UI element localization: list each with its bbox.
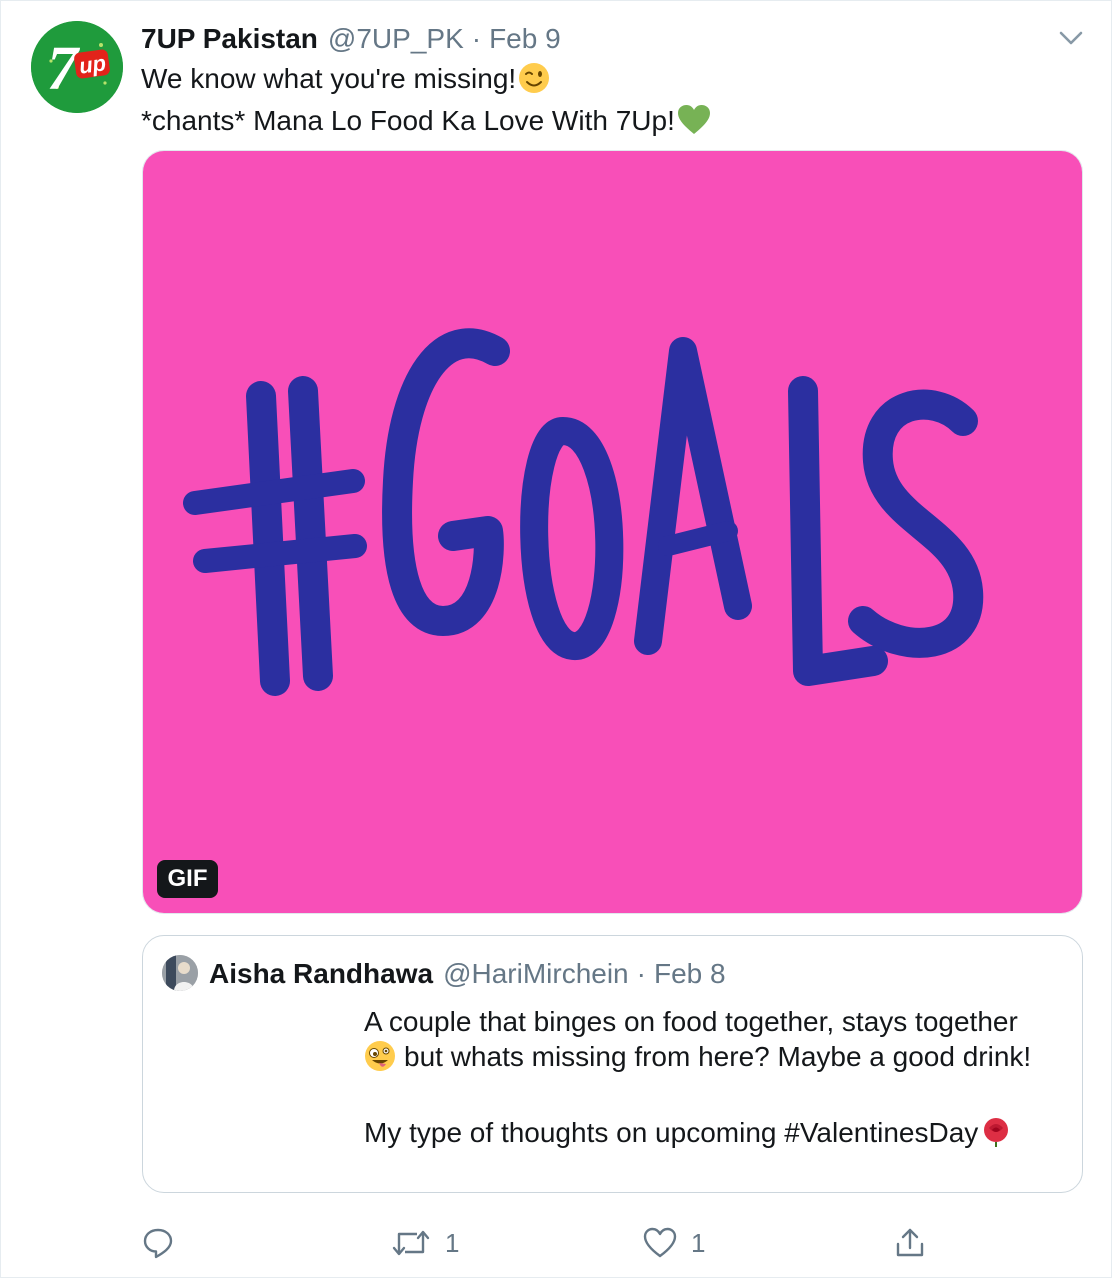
goals-gif-image (143, 151, 1082, 913)
tweet-actions: 1 1 (141, 1223, 941, 1263)
author-handle[interactable]: @7UP_PK (328, 23, 464, 55)
quoted-author-avatar[interactable] (162, 955, 198, 991)
tweet-text-2: *chants* Mana Lo Food Ka Love With 7Up! (141, 105, 675, 136)
profile-photo-icon (162, 955, 198, 991)
retweet-count: 1 (445, 1227, 460, 1258)
tweet-header: 7UP Pakistan @7UP_PK · Feb 9 (141, 23, 561, 55)
avatar-7up-logo[interactable]: 7 up (31, 21, 123, 113)
7up-logo-icon: 7 up (31, 21, 123, 113)
retweet-icon (392, 1230, 430, 1256)
reply-icon (143, 1228, 173, 1259)
gif-media[interactable]: GIF (142, 150, 1083, 914)
tweet-card[interactable]: 7 up 7UP Pakistan @7UP_PK · Feb 9 We kno… (0, 0, 1112, 1278)
like-button[interactable]: 1 (643, 1223, 705, 1263)
tweet-text-line-2: *chants* Mana Lo Food Ka Love With 7Up! (141, 103, 1061, 145)
like-count: 1 (691, 1227, 706, 1258)
separator: · (636, 958, 646, 989)
separator: · (471, 23, 482, 54)
quoted-text: A couple that binges on food together, s… (364, 1004, 1064, 1156)
winking-face-icon (518, 62, 550, 103)
rose-icon (980, 1116, 1012, 1156)
zany-face-icon (364, 1040, 396, 1080)
heart-icon (643, 1227, 677, 1258)
chevron-down-icon[interactable] (1056, 23, 1086, 53)
tweet-text-line-1: We know what you're missing! (141, 61, 1061, 103)
reply-button[interactable] (141, 1223, 189, 1263)
quoted-paragraph-1: A couple that binges on food together, s… (364, 1004, 1064, 1080)
share-icon (896, 1228, 924, 1257)
green-heart-icon (677, 104, 711, 145)
quoted-text-1b: but whats missing from here? Maybe a goo… (404, 1041, 1032, 1072)
quoted-author-handle[interactable]: @HariMirchein (443, 958, 629, 990)
quoted-tweet[interactable]: Aisha Randhawa @HariMirchein · Feb 8 A c… (142, 935, 1083, 1193)
logo-up: up (77, 50, 107, 78)
tweet-text-1: We know what you're missing! (141, 63, 517, 94)
quoted-date[interactable]: Feb 8 (654, 958, 726, 990)
tweet-date[interactable]: Feb 9 (489, 23, 561, 55)
quoted-author-name[interactable]: Aisha Randhawa (209, 958, 433, 990)
share-button[interactable] (893, 1223, 927, 1263)
gif-badge: GIF (157, 860, 218, 898)
quoted-text-2: My type of thoughts on upcoming #Valenti… (364, 1117, 979, 1148)
quoted-paragraph-2: My type of thoughts on upcoming #Valenti… (364, 1115, 1064, 1156)
quoted-text-1: A couple that binges on food together, s… (364, 1006, 1018, 1037)
author-name[interactable]: 7UP Pakistan (141, 23, 318, 55)
quoted-header: Aisha Randhawa @HariMirchein · Feb 8 (209, 958, 726, 990)
tweet-text: We know what you're missing! *chants* Ma… (141, 61, 1061, 145)
retweet-button[interactable]: 1 (391, 1223, 459, 1263)
